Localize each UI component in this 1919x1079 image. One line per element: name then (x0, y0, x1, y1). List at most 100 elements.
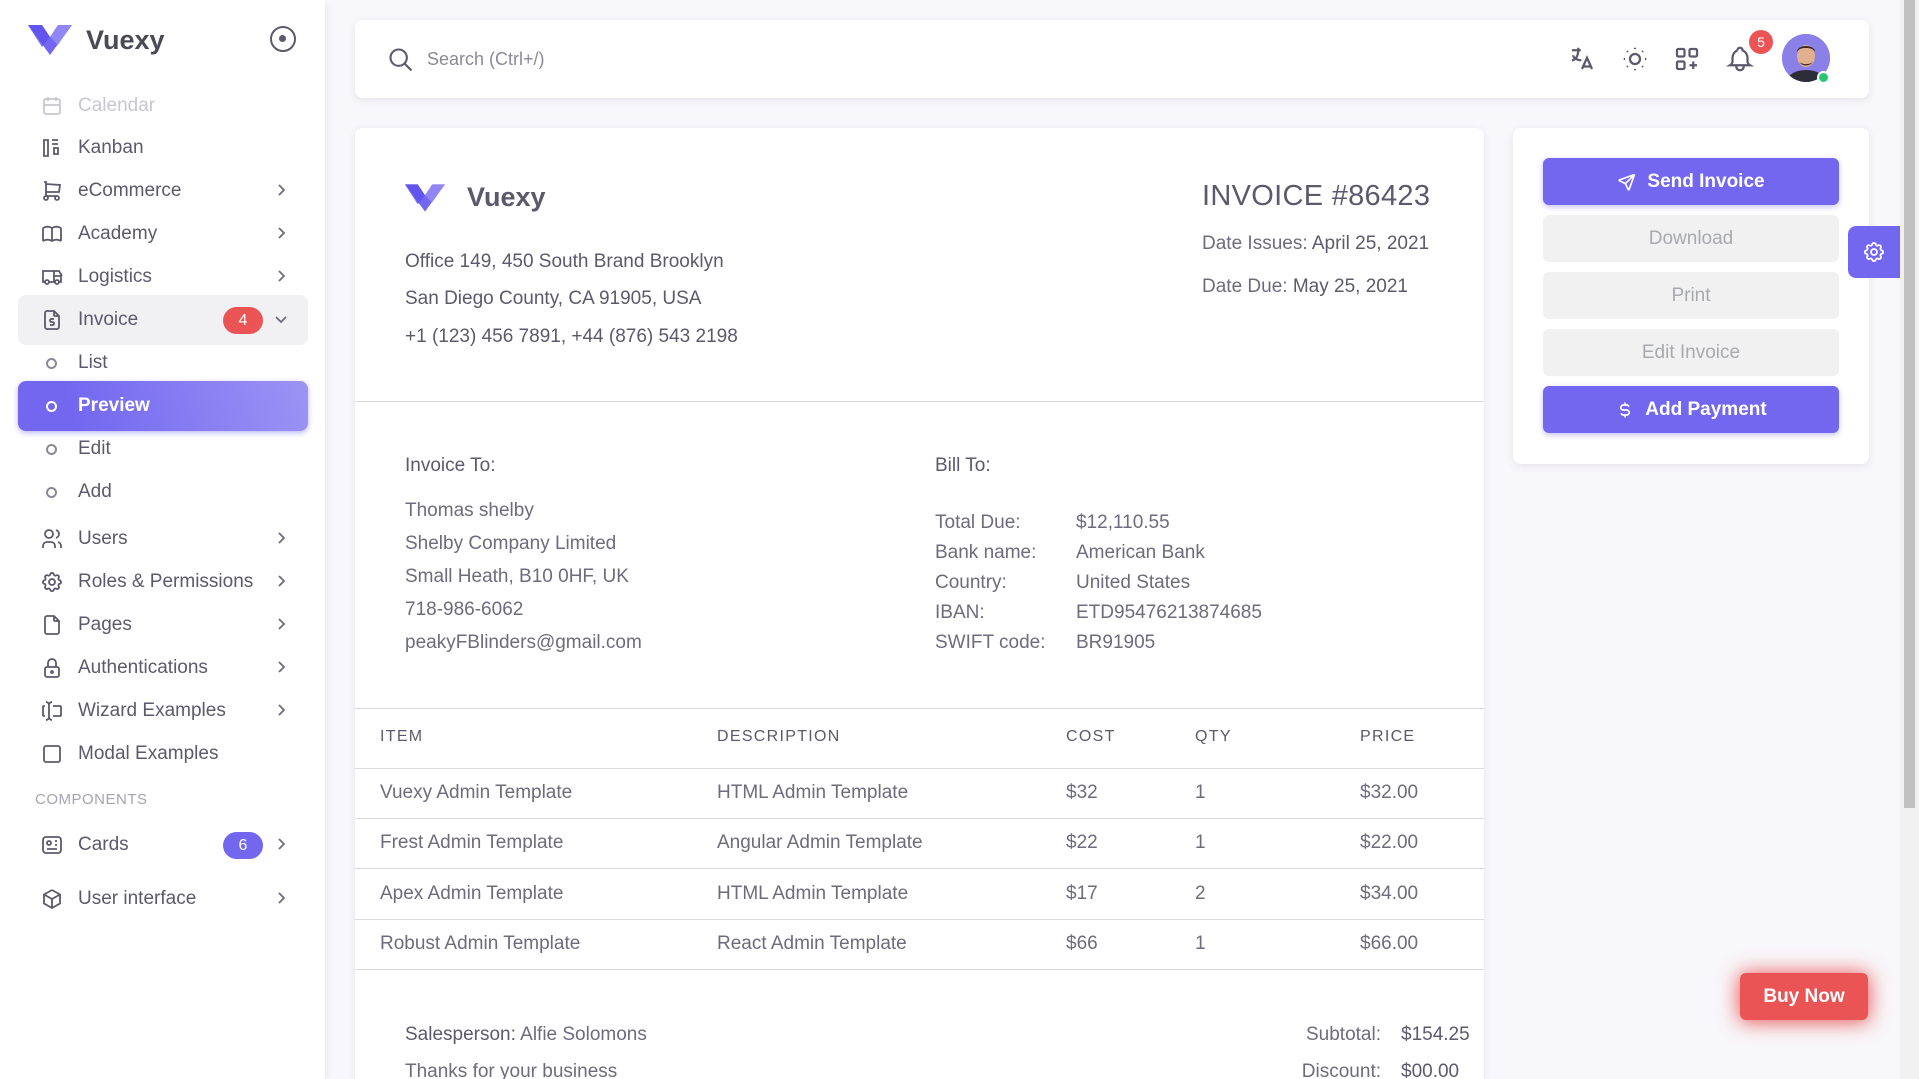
buy-now-button[interactable]: Buy Now (1740, 973, 1868, 1020)
brand-name: Vuexy (86, 24, 165, 55)
sidebar-item-cards[interactable]: Cards 6 (18, 820, 308, 870)
chevron-right-icon (278, 227, 286, 239)
vuexy-logo-icon (405, 183, 445, 212)
edit-invoice-button[interactable]: Edit Invoice (1543, 329, 1839, 376)
shopping-cart-icon (43, 181, 62, 201)
chevron-right-icon (278, 532, 286, 544)
table-header-item: ITEM (380, 728, 424, 745)
sidebar-item-label: Cards (78, 834, 129, 855)
download-button[interactable]: Download (1543, 215, 1839, 262)
send-invoice-label: Send Invoice (1647, 170, 1765, 192)
bill-key: IBAN: (935, 602, 985, 623)
bullet-icon (46, 357, 57, 369)
table-divider (355, 768, 1484, 769)
table-header-cost: COST (1066, 728, 1116, 745)
sidebar-item-label: Wizard Examples (78, 700, 226, 721)
cell-description: Angular Admin Template (717, 832, 923, 853)
language-icon[interactable] (1567, 44, 1597, 74)
invoice-icon (44, 310, 60, 330)
client-name: Thomas shelby (405, 500, 534, 521)
chevron-right-icon (278, 661, 286, 673)
subtotal-value: $154.25 (1401, 1024, 1470, 1045)
cell-item: Vuexy Admin Template (380, 782, 573, 803)
search-input[interactable] (427, 42, 927, 76)
chevron-right-icon (278, 838, 286, 850)
sidebar-collapse-button[interactable] (270, 26, 296, 52)
table-divider (355, 868, 1484, 869)
send-icon (1618, 173, 1636, 191)
cell-cost: $66 (1066, 933, 1098, 954)
add-payment-button[interactable]: Add Payment (1543, 386, 1839, 433)
date-issued-label: Date Issues: (1202, 233, 1308, 254)
chevron-right-icon (278, 575, 286, 587)
table-header-qty: QTY (1195, 728, 1232, 745)
cell-description: HTML Admin Template (717, 782, 909, 803)
chevron-right-icon (278, 184, 286, 196)
search-icon[interactable] (387, 46, 415, 74)
bill-total-due: $12,110.55 (1076, 512, 1170, 533)
sidebar-item-user-interface[interactable]: User interface (18, 874, 308, 924)
invoice-count-badge: 4 (223, 307, 263, 334)
scrollbar-thumb[interactable] (1904, 0, 1915, 808)
bill-iban: ETD95476213874685 (1076, 602, 1262, 623)
settings-icon (1864, 242, 1884, 263)
cell-qty: 1 (1195, 782, 1206, 803)
sidebar-item-label: Logistics (78, 266, 152, 287)
bill-key: Bank name: (935, 542, 1037, 563)
sidebar-item-modal-examples[interactable]: Modal Examples (18, 729, 308, 779)
brand-logo[interactable]: Vuexy (28, 22, 165, 58)
vuexy-logo-icon (28, 25, 72, 55)
sidebar-item-label: Invoice (78, 309, 139, 330)
cell-qty: 1 (1195, 933, 1206, 954)
send-invoice-button[interactable]: Send Invoice (1543, 158, 1839, 205)
discount-value: $00.00 (1401, 1061, 1460, 1079)
invoice-brand-name: Vuexy (467, 182, 546, 212)
cell-price: $34.00 (1360, 883, 1419, 904)
bill-swift: BR91905 (1076, 632, 1156, 653)
notification-badge: 5 (1749, 30, 1773, 54)
bill-to-label: Bill To: (935, 455, 991, 476)
print-label: Print (1671, 284, 1711, 306)
salesperson: Salesperson: Alfie Solomons (405, 1024, 647, 1046)
subtotal-label: Subtotal: (1306, 1024, 1381, 1045)
dollar-icon (1620, 402, 1631, 417)
section-divider (355, 401, 1484, 402)
chevron-right-icon (278, 892, 286, 904)
section-divider (355, 708, 1484, 709)
theme-customizer-button[interactable] (1848, 226, 1900, 278)
date-issued: Date Issues: April 25, 2021 (1202, 233, 1429, 255)
sidebar-item-label: Roles & Permissions (78, 571, 254, 592)
calendar-icon (43, 97, 61, 115)
kanban-icon (43, 139, 59, 157)
company-address-line: Office 149, 450 South Brand Brooklyn (405, 251, 724, 272)
sidebar: Vuexy Calendar Kanban eCommerce Academy … (0, 0, 325, 1079)
cell-cost: $22 (1066, 832, 1098, 853)
table-header-price: PRICE (1360, 728, 1416, 745)
sidebar-item-invoice-add[interactable]: Add (18, 467, 308, 517)
sidebar-item-label: Academy (78, 223, 158, 244)
sidebar-item-label: Preview (78, 395, 150, 416)
page-scrollbar[interactable] (1900, 0, 1919, 1079)
lock-icon (44, 658, 60, 678)
date-due-value: May 25, 2021 (1292, 276, 1408, 297)
sidebar-item-label: eCommerce (78, 180, 182, 201)
chevron-right-icon (278, 618, 286, 630)
sidebar-item-label: Calendar (78, 95, 156, 116)
online-status-dot (1817, 71, 1830, 84)
sun-icon[interactable] (1620, 44, 1650, 74)
invoice-number: INVOICE #86423 (1202, 180, 1431, 212)
forms-icon (42, 701, 62, 721)
cell-description: React Admin Template (717, 933, 907, 954)
sidebar-item-label: Kanban (78, 137, 144, 158)
table-divider (355, 969, 1484, 970)
print-button[interactable]: Print (1543, 272, 1839, 319)
cell-price: $22.00 (1360, 832, 1419, 853)
invoice-to-label: Invoice To: (405, 455, 496, 476)
square-icon (43, 745, 61, 763)
chevron-right-icon (278, 704, 286, 716)
bill-key: Total Due: (935, 512, 1021, 533)
book-icon (42, 225, 62, 243)
client-email: peakyFBlinders@gmail.com (405, 632, 642, 653)
shortcuts-grid-icon[interactable] (1672, 44, 1702, 74)
file-icon (44, 615, 60, 635)
